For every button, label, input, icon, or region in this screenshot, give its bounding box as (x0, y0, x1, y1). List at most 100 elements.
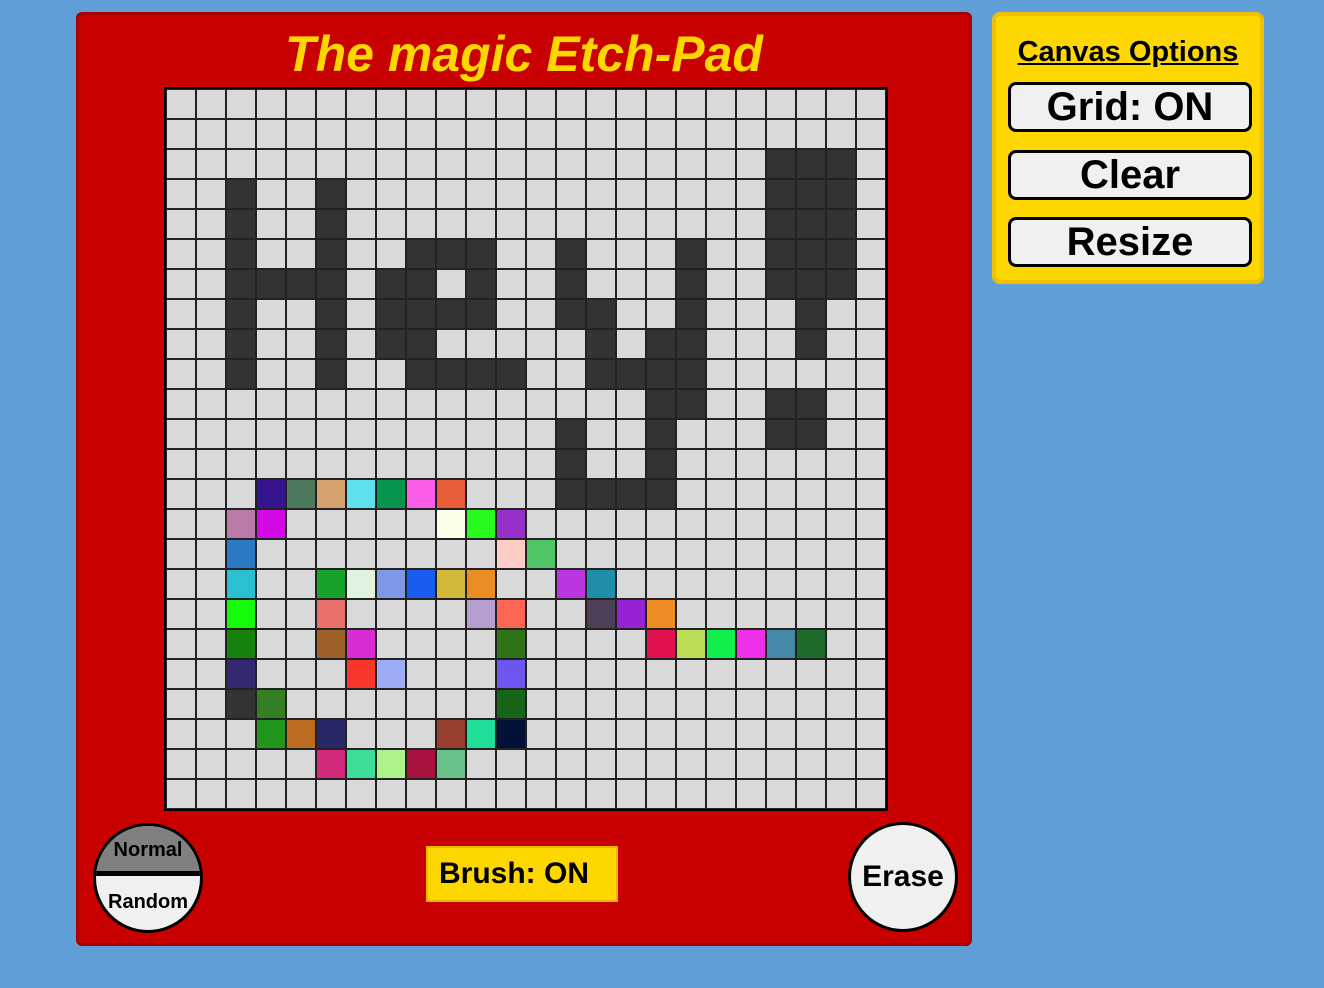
canvas-cell[interactable] (316, 509, 346, 539)
canvas-cell[interactable] (256, 299, 286, 329)
canvas-cell[interactable] (436, 659, 466, 689)
canvas-cell[interactable] (586, 689, 616, 719)
canvas-cell[interactable] (646, 239, 676, 269)
canvas-cell[interactable] (856, 779, 886, 809)
canvas-cell[interactable] (496, 719, 526, 749)
canvas-cell[interactable] (556, 179, 586, 209)
canvas-cell[interactable] (856, 209, 886, 239)
canvas-cell[interactable] (646, 119, 676, 149)
canvas-cell[interactable] (736, 419, 766, 449)
canvas-cell[interactable] (616, 269, 646, 299)
canvas-cell[interactable] (346, 719, 376, 749)
canvas-cell[interactable] (346, 299, 376, 329)
canvas-cell[interactable] (346, 239, 376, 269)
canvas-cell[interactable] (586, 509, 616, 539)
canvas-cell[interactable] (586, 299, 616, 329)
canvas-cell[interactable] (256, 779, 286, 809)
canvas-cell[interactable] (256, 659, 286, 689)
canvas-cell[interactable] (226, 119, 256, 149)
canvas-cell[interactable] (766, 149, 796, 179)
canvas-cell[interactable] (436, 389, 466, 419)
canvas-cell[interactable] (406, 569, 436, 599)
canvas-cell[interactable] (706, 449, 736, 479)
canvas-cell[interactable] (586, 119, 616, 149)
canvas-cell[interactable] (556, 149, 586, 179)
canvas-cell[interactable] (496, 269, 526, 299)
canvas-cell[interactable] (646, 89, 676, 119)
canvas-cell[interactable] (496, 329, 526, 359)
canvas-cell[interactable] (736, 239, 766, 269)
canvas-cell[interactable] (286, 719, 316, 749)
canvas-cell[interactable] (526, 539, 556, 569)
canvas-cell[interactable] (856, 269, 886, 299)
canvas-cell[interactable] (646, 689, 676, 719)
canvas-cell[interactable] (256, 479, 286, 509)
canvas-cell[interactable] (706, 629, 736, 659)
canvas-cell[interactable] (316, 359, 346, 389)
canvas-cell[interactable] (286, 329, 316, 359)
canvas-cell[interactable] (166, 449, 196, 479)
canvas-cell[interactable] (796, 539, 826, 569)
canvas-cell[interactable] (376, 509, 406, 539)
canvas-cell[interactable] (316, 299, 346, 329)
mode-normal-option[interactable]: Normal (96, 826, 200, 876)
canvas-cell[interactable] (736, 629, 766, 659)
canvas-cell[interactable] (826, 179, 856, 209)
canvas-cell[interactable] (646, 779, 676, 809)
canvas-cell[interactable] (496, 479, 526, 509)
canvas-cell[interactable] (856, 89, 886, 119)
canvas-cell[interactable] (406, 179, 436, 209)
clear-button[interactable]: Clear (1008, 150, 1252, 200)
canvas-cell[interactable] (226, 659, 256, 689)
canvas-cell[interactable] (196, 209, 226, 239)
canvas-cell[interactable] (196, 599, 226, 629)
canvas-cell[interactable] (196, 449, 226, 479)
canvas-cell[interactable] (736, 599, 766, 629)
canvas-cell[interactable] (646, 359, 676, 389)
canvas-cell[interactable] (196, 269, 226, 299)
canvas-cell[interactable] (256, 599, 286, 629)
canvas-cell[interactable] (496, 89, 526, 119)
canvas-cell[interactable] (646, 479, 676, 509)
canvas-cell[interactable] (406, 269, 436, 299)
canvas-cell[interactable] (766, 629, 796, 659)
canvas-cell[interactable] (646, 569, 676, 599)
canvas-cell[interactable] (706, 389, 736, 419)
canvas-cell[interactable] (376, 389, 406, 419)
canvas-cell[interactable] (256, 449, 286, 479)
canvas-cell[interactable] (496, 149, 526, 179)
canvas-cell[interactable] (616, 419, 646, 449)
canvas-cell[interactable] (256, 119, 286, 149)
canvas-cell[interactable] (346, 479, 376, 509)
canvas-cell[interactable] (616, 239, 646, 269)
canvas-cell[interactable] (616, 659, 646, 689)
canvas-cell[interactable] (586, 449, 616, 479)
canvas-cell[interactable] (796, 209, 826, 239)
canvas-cell[interactable] (766, 359, 796, 389)
canvas-cell[interactable] (856, 539, 886, 569)
canvas-cell[interactable] (586, 359, 616, 389)
canvas-cell[interactable] (466, 89, 496, 119)
canvas-cell[interactable] (466, 689, 496, 719)
canvas-cell[interactable] (586, 629, 616, 659)
canvas-cell[interactable] (256, 329, 286, 359)
canvas-cell[interactable] (616, 209, 646, 239)
canvas-cell[interactable] (316, 239, 346, 269)
canvas-cell[interactable] (616, 719, 646, 749)
canvas-cell[interactable] (736, 359, 766, 389)
canvas-cell[interactable] (256, 389, 286, 419)
canvas-cell[interactable] (406, 629, 436, 659)
canvas-cell[interactable] (346, 329, 376, 359)
canvas-cell[interactable] (346, 689, 376, 719)
canvas-cell[interactable] (766, 389, 796, 419)
canvas-cell[interactable] (196, 749, 226, 779)
canvas-cell[interactable] (856, 179, 886, 209)
canvas-cell[interactable] (826, 539, 856, 569)
canvas-cell[interactable] (766, 749, 796, 779)
canvas-cell[interactable] (616, 179, 646, 209)
canvas-cell[interactable] (586, 599, 616, 629)
canvas-cell[interactable] (316, 329, 346, 359)
canvas-cell[interactable] (556, 269, 586, 299)
canvas-cell[interactable] (766, 479, 796, 509)
canvas-cell[interactable] (226, 389, 256, 419)
